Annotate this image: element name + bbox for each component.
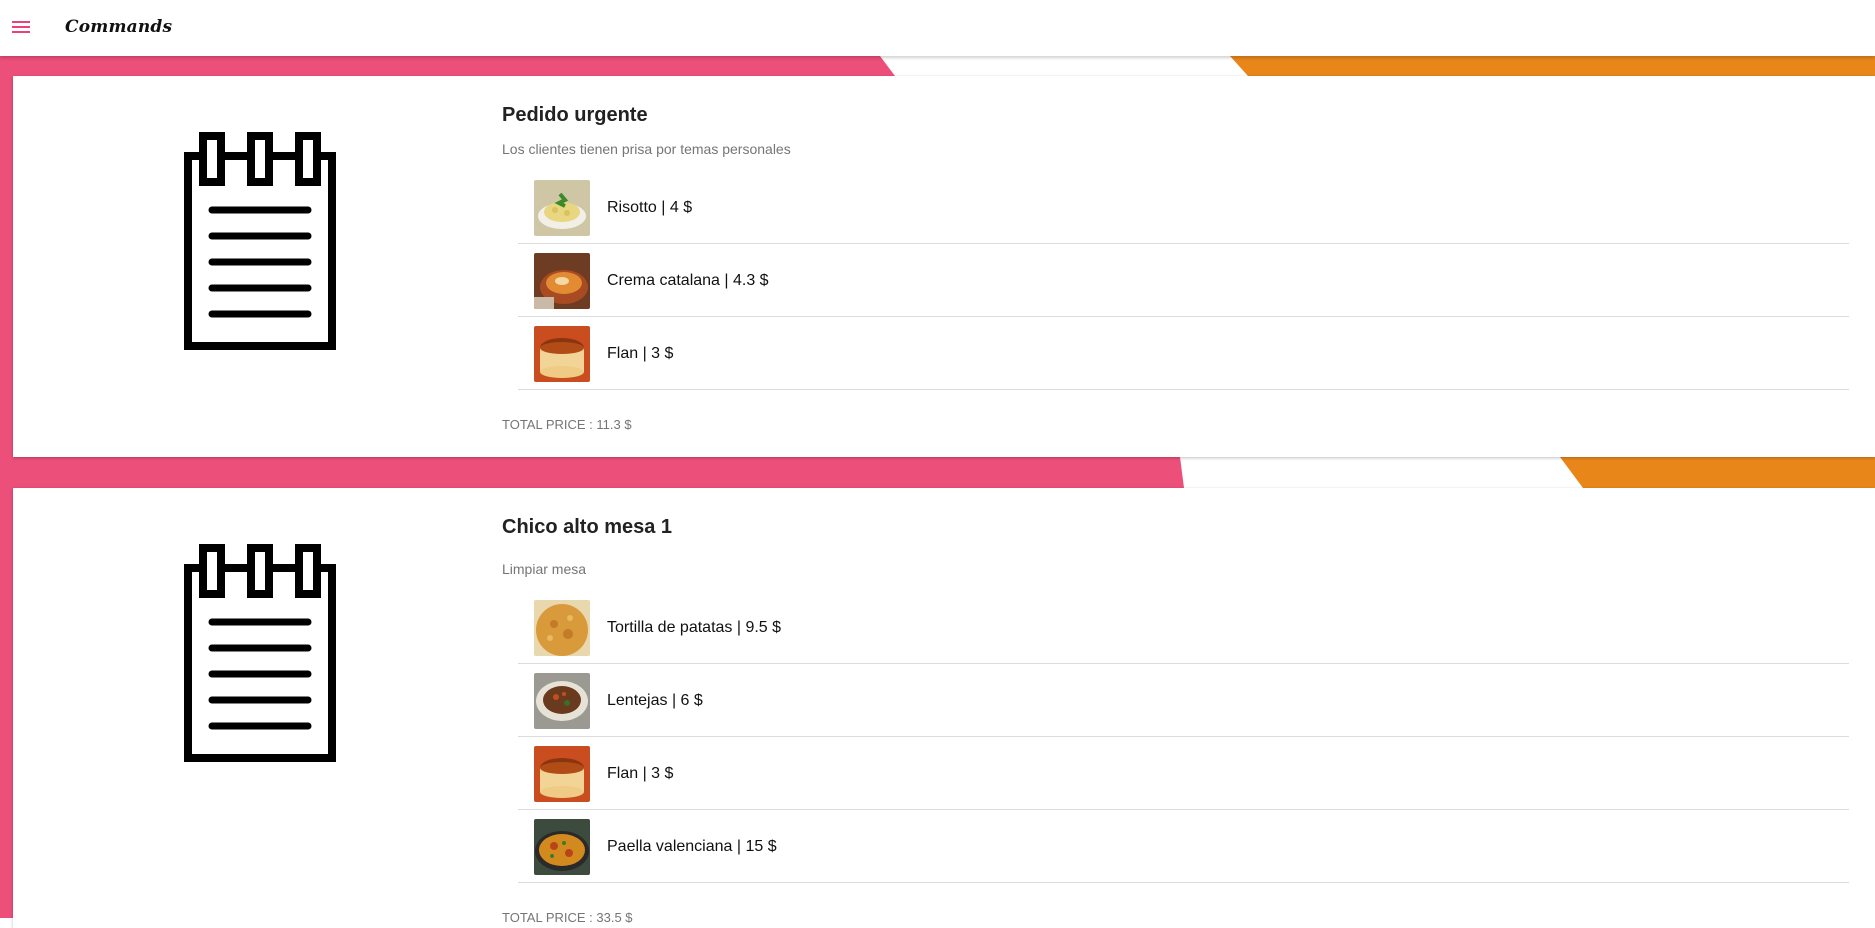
order-total: TOTAL PRICE : 11.3 $ <box>502 417 632 432</box>
list-item[interactable]: Lentejas | 6 $ <box>518 664 1849 737</box>
item-label: Flan | 3 $ <box>607 344 674 362</box>
app-title: Commands <box>65 17 173 37</box>
order-card: Chico alto mesa 1 Limpiar mesa Tortilla … <box>13 488 1875 928</box>
order-items-list: Tortilla de patatas | 9.5 $ Lentejas | 6… <box>518 591 1849 883</box>
order-description: Limpiar mesa <box>502 561 587 577</box>
notepad-icon <box>184 132 336 350</box>
order-items-list: Risotto | 4 $ Crema catalana | 4.3 $ Fla… <box>518 171 1849 390</box>
item-label: Lentejas | 6 $ <box>607 691 703 709</box>
order-title: Chico alto mesa 1 <box>502 516 673 538</box>
menu-icon[interactable] <box>9 17 33 39</box>
list-item[interactable]: Flan | 3 $ <box>518 737 1849 810</box>
item-label: Tortilla de patatas | 9.5 $ <box>607 618 782 636</box>
flan-thumbnail <box>534 325 590 382</box>
risotto-thumbnail <box>534 179 590 236</box>
paella-thumbnail <box>534 818 590 875</box>
flan-thumbnail <box>534 745 590 802</box>
list-item[interactable]: Risotto | 4 $ <box>518 171 1849 244</box>
list-item[interactable]: Flan | 3 $ <box>518 317 1849 390</box>
lentejas-thumbnail <box>534 672 590 729</box>
item-label: Paella valenciana | 15 $ <box>607 837 777 855</box>
item-label: Crema catalana | 4.3 $ <box>607 271 769 289</box>
item-label: Risotto | 4 $ <box>607 198 693 216</box>
item-label: Flan | 3 $ <box>607 764 674 782</box>
list-item[interactable]: Crema catalana | 4.3 $ <box>518 244 1849 317</box>
list-item[interactable]: Paella valenciana | 15 $ <box>518 810 1849 883</box>
list-item[interactable]: Tortilla de patatas | 9.5 $ <box>518 591 1849 664</box>
app-toolbar: Commands <box>0 0 1875 56</box>
order-description: Los clientes tienen prisa por temas pers… <box>502 141 791 157</box>
notepad-icon <box>184 544 336 762</box>
order-card: Pedido urgente Los clientes tienen prisa… <box>13 76 1875 457</box>
crema-catalana-thumbnail <box>534 252 590 309</box>
order-title: Pedido urgente <box>502 104 648 126</box>
tortilla-thumbnail <box>534 599 590 656</box>
